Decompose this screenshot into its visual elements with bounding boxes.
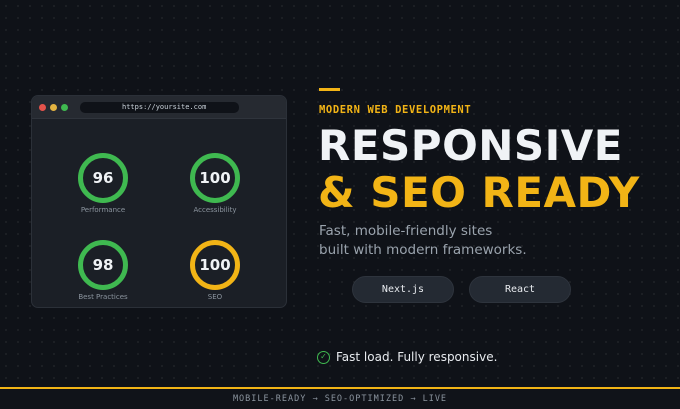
minimize-window-dot-icon bbox=[50, 104, 57, 111]
score-ring: 100 bbox=[190, 153, 240, 203]
eyebrow-label: MODERN WEB DEVELOPMENT bbox=[319, 104, 472, 116]
score-ring: 96 bbox=[78, 153, 128, 203]
headline-line-2: & SEO READY bbox=[318, 168, 640, 217]
address-bar: https://yoursite.com bbox=[80, 102, 239, 113]
score-label: Performance bbox=[80, 206, 126, 214]
react-button[interactable]: React bbox=[469, 276, 571, 303]
subtitle-line-2: built with modern frameworks. bbox=[319, 242, 527, 258]
score-ring: 100 bbox=[190, 240, 240, 290]
browser-mockup: https://yoursite.com 96 Performance 100 … bbox=[31, 95, 287, 308]
nextjs-button[interactable]: Next.js bbox=[352, 276, 454, 303]
feature-check-text: Fast load. Fully responsive. bbox=[336, 350, 498, 364]
score-accessibility: 100 Accessibility bbox=[175, 153, 255, 214]
subtitle-line-1: Fast, mobile-friendly sites bbox=[319, 223, 493, 239]
accent-bar bbox=[319, 88, 340, 91]
score-seo: 100 SEO bbox=[175, 240, 255, 301]
footer-bar: MOBILE-READY → SEO-OPTIMIZED → LIVE bbox=[0, 387, 680, 409]
score-label: Accessibility bbox=[193, 206, 237, 214]
check-circle-icon: ✓ bbox=[317, 350, 330, 364]
close-window-dot-icon bbox=[39, 104, 46, 111]
subtitle: Fast, mobile-friendly sites built with m… bbox=[319, 222, 527, 260]
score-performance: 96 Performance bbox=[63, 153, 143, 214]
score-label: SEO bbox=[207, 293, 223, 301]
score-best-practices: 98 Best Practices bbox=[63, 240, 143, 301]
score-label: Best Practices bbox=[78, 293, 128, 301]
headline-line-1: RESPONSIVE bbox=[318, 121, 623, 170]
score-ring: 98 bbox=[78, 240, 128, 290]
feature-check-row: ✓ Fast load. Fully responsive. bbox=[317, 350, 497, 364]
browser-titlebar: https://yoursite.com bbox=[32, 96, 286, 119]
maximize-window-dot-icon bbox=[61, 104, 68, 111]
